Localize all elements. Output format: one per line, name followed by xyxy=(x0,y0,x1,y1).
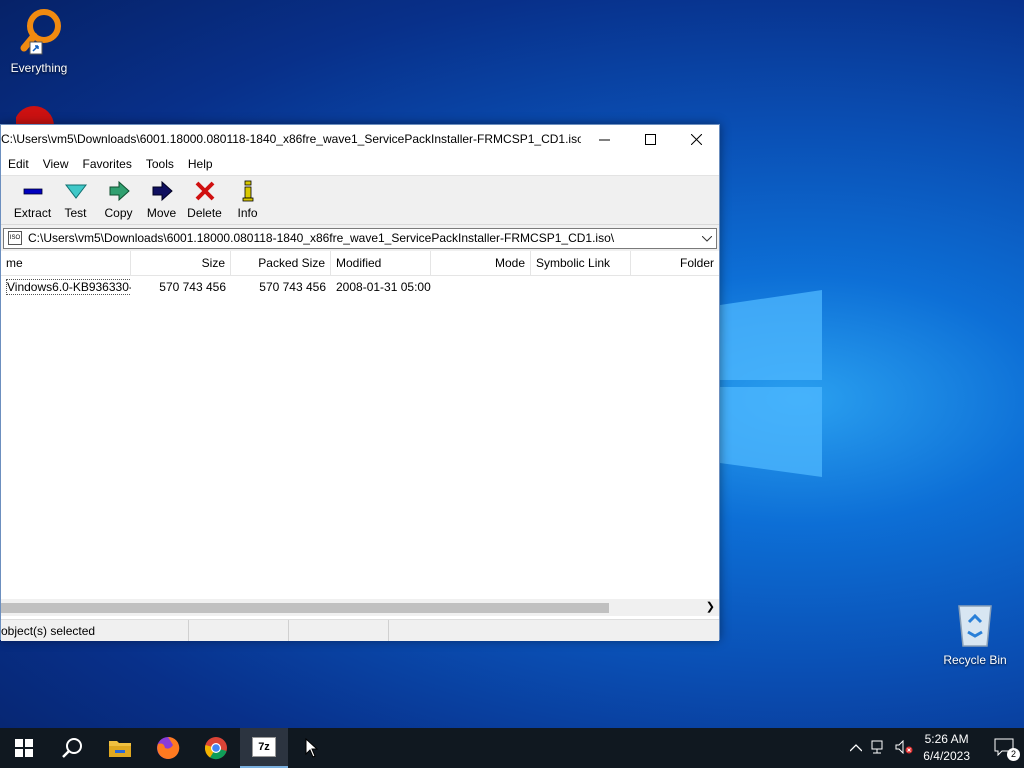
status-bar: object(s) selected xyxy=(1,619,719,641)
toolbar-label: Info xyxy=(237,206,258,220)
seven-zip-taskbar-button[interactable]: 7z xyxy=(240,728,288,768)
recycle-bin-icon xyxy=(958,605,992,647)
everything-icon xyxy=(20,9,61,55)
file-name: Vindows6.0-KB936330-... xyxy=(6,279,131,295)
column-mode[interactable]: Mode xyxy=(431,251,531,275)
close-icon xyxy=(690,133,702,145)
chrome-button[interactable] xyxy=(192,728,240,768)
status-cell xyxy=(189,620,289,641)
close-button[interactable] xyxy=(673,125,719,153)
check-icon xyxy=(64,184,87,199)
address-bar: ISO C:\Users\vm5\Downloads\6001.18000.08… xyxy=(1,225,719,251)
menu-favorites[interactable]: Favorites xyxy=(75,157,138,171)
seven-zip-window: C:\Users\vm5\Downloads\6001.18000.080118… xyxy=(0,124,720,641)
file-modified: 2008-01-31 05:00 xyxy=(336,280,431,294)
file-packed-size: 570 743 456 xyxy=(259,280,326,294)
toolbar-label: Move xyxy=(146,206,177,220)
status-cell xyxy=(289,620,389,641)
status-selection: object(s) selected xyxy=(1,620,189,641)
status-cell xyxy=(389,620,719,641)
info-icon xyxy=(242,180,253,202)
path-combobox[interactable]: ISO C:\Users\vm5\Downloads\6001.18000.08… xyxy=(3,227,717,249)
network-icon[interactable] xyxy=(867,740,891,757)
copy-button[interactable]: Copy xyxy=(97,180,140,220)
scrollbar-thumb[interactable] xyxy=(1,603,609,613)
column-symbolic-link[interactable]: Symbolic Link xyxy=(531,251,631,275)
firefox-button[interactable] xyxy=(144,728,192,768)
dev-app-icon xyxy=(14,106,54,126)
windows-start-icon xyxy=(15,739,33,757)
iso-file-icon: ISO xyxy=(8,231,22,245)
path-text: C:\Users\vm5\Downloads\6001.18000.080118… xyxy=(28,231,615,245)
minimize-button[interactable] xyxy=(581,125,627,153)
search-icon xyxy=(62,738,82,758)
move-button[interactable]: Move xyxy=(140,180,183,220)
column-folder[interactable]: Folder xyxy=(631,251,719,275)
x-icon xyxy=(195,181,214,201)
menu-tools[interactable]: Tools xyxy=(139,157,181,171)
volume-muted-icon[interactable] xyxy=(891,739,917,757)
menu-edit[interactable]: Edit xyxy=(1,157,36,171)
toolbar-label: Copy xyxy=(104,206,133,220)
clock-date: 6/4/2023 xyxy=(923,749,970,763)
desktop-icon-everything[interactable]: Everything xyxy=(0,6,78,75)
extract-button[interactable]: Extract xyxy=(11,180,54,220)
scroll-right-icon[interactable]: ❯ xyxy=(706,599,715,616)
test-button[interactable]: Test xyxy=(54,180,97,220)
system-tray: 5:26 AM 6/4/2023 2 xyxy=(845,728,1024,768)
desktop-icon-label: Recycle Bin xyxy=(943,653,1007,667)
toolbar-label: Extract xyxy=(13,206,52,220)
horizontal-scrollbar[interactable]: ❯ xyxy=(1,599,719,616)
notification-count-badge: 2 xyxy=(1007,747,1020,761)
info-button[interactable]: Info xyxy=(226,180,269,220)
menu-help[interactable]: Help xyxy=(181,157,220,171)
folder-icon xyxy=(109,741,131,757)
firefox-icon xyxy=(157,736,180,759)
seven-zip-icon: 7z xyxy=(252,737,276,757)
toolbar-label: Delete xyxy=(187,206,222,220)
column-modified[interactable]: Modified xyxy=(331,251,431,275)
file-explorer-button[interactable] xyxy=(96,728,144,768)
chevron-down-icon[interactable] xyxy=(698,231,716,245)
start-button[interactable] xyxy=(0,728,48,768)
cursor-icon xyxy=(305,738,319,758)
column-header: me Size Packed Size Modified Mode Symbol… xyxy=(1,251,719,276)
clock[interactable]: 5:26 AM 6/4/2023 xyxy=(923,731,970,765)
column-size[interactable]: Size xyxy=(131,251,231,275)
chrome-icon xyxy=(204,737,227,760)
column-name[interactable]: me xyxy=(1,251,131,275)
minus-icon xyxy=(23,188,42,195)
search-button[interactable] xyxy=(48,728,96,768)
desktop-icon-label: Everything xyxy=(10,61,68,75)
toolbar-label: Test xyxy=(64,206,87,220)
seven-zip-icon-label: 7z xyxy=(258,741,270,753)
window-title: C:\Users\vm5\Downloads\6001.18000.080118… xyxy=(1,132,581,146)
title-bar[interactable]: C:\Users\vm5\Downloads\6001.18000.080118… xyxy=(1,125,719,153)
menu-view[interactable]: View xyxy=(36,157,76,171)
arrow-right-icon xyxy=(152,180,173,202)
taskbar: 7z 5:26 AM 6/4/2023 2 xyxy=(0,728,1024,768)
column-packed-size[interactable]: Packed Size xyxy=(231,251,331,275)
maximize-icon xyxy=(644,133,656,145)
chevron-up-icon[interactable] xyxy=(845,741,867,755)
file-size: 570 743 456 xyxy=(159,280,226,294)
clock-time: 5:26 AM xyxy=(924,732,969,746)
arrow-right-icon xyxy=(109,180,130,202)
menu-bar: Edit View Favorites Tools Help xyxy=(1,153,719,175)
maximize-button[interactable] xyxy=(627,125,673,153)
desktop-icon-recycle-bin[interactable]: Recycle Bin xyxy=(936,600,1014,667)
toolbar: Extract Test Copy Move Delete Info xyxy=(1,175,719,225)
mouse-cursor xyxy=(288,728,336,768)
minimize-icon xyxy=(598,139,610,140)
delete-button[interactable]: Delete xyxy=(183,180,226,220)
action-center-button[interactable]: 2 xyxy=(984,738,1024,761)
table-row[interactable]: Vindows6.0-KB936330-... 570 743 456 570 … xyxy=(1,276,719,298)
